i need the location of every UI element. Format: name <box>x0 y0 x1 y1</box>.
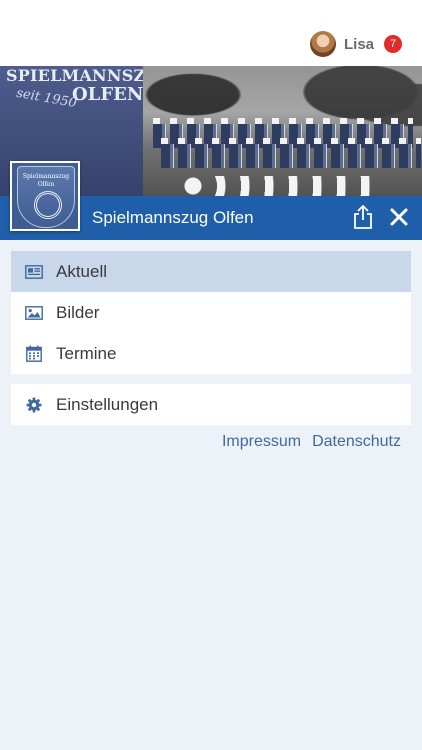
top-bar: Lisa 7 <box>0 0 422 66</box>
menu-item-bilder[interactable]: Bilder <box>11 292 411 333</box>
menu-item-label: Bilder <box>56 302 100 322</box>
share-icon <box>354 205 372 229</box>
page-title: Spielmannszug Olfen <box>92 208 254 227</box>
calendar-icon <box>25 345 43 363</box>
band-photo-detail <box>183 176 383 196</box>
user-account[interactable]: Lisa 7 <box>309 30 402 58</box>
banner-subtitle: OLFEN <box>72 84 144 105</box>
avatar[interactable] <box>309 31 336 57</box>
menu-item-termine[interactable]: Termine <box>11 333 411 374</box>
share-button[interactable] <box>349 201 377 233</box>
menu-item-label: Aktuell <box>56 261 108 281</box>
banner-title: SPIELMANNSZUG <box>6 66 174 85</box>
footer-links: Impressum Datenschutz <box>222 433 401 455</box>
datenschutz-link[interactable]: Datenschutz <box>312 433 401 455</box>
impressum-link[interactable]: Impressum <box>222 433 301 455</box>
secondary-menu: Einstellungen <box>11 384 411 425</box>
menu-item-aktuell[interactable]: Aktuell <box>11 251 411 292</box>
club-emblem: Spielmannszug Olfen <box>10 161 80 231</box>
emblem-line-2: Olfen <box>37 181 55 188</box>
laurel-icon <box>34 191 62 219</box>
emblem-line-1: Spielmannszug <box>22 173 70 180</box>
primary-menu: Aktuell Bilder Termine <box>11 251 411 374</box>
menu-item-label: Termine <box>56 343 117 363</box>
menu-item-einstellungen[interactable]: Einstellungen <box>11 384 411 425</box>
band-photo-detail <box>161 144 421 168</box>
menu-item-label: Einstellungen <box>56 394 159 414</box>
notification-badge[interactable]: 7 <box>384 35 402 53</box>
user-name[interactable]: Lisa <box>344 36 374 53</box>
emblem-shield: Spielmannszug Olfen <box>17 166 75 228</box>
band-photo <box>143 66 422 196</box>
newspaper-icon <box>25 263 43 281</box>
gear-icon <box>25 396 43 414</box>
banner-since: seit 1950 <box>15 85 78 112</box>
image-icon <box>25 304 43 322</box>
emblem-text: Spielmannszug Olfen <box>18 173 74 189</box>
close-button[interactable] <box>385 203 413 231</box>
close-icon <box>390 208 408 226</box>
